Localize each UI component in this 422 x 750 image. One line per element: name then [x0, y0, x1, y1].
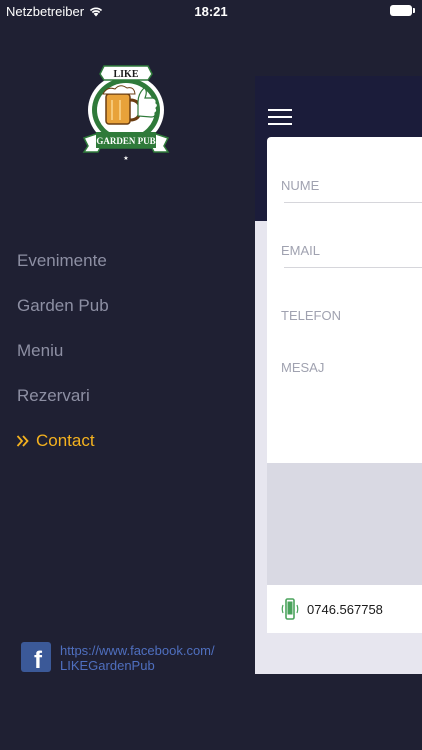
email-field[interactable]: EMAIL [281, 243, 422, 268]
sidebar-menu: Evenimente Garden Pub Meniu Rezervari Co… [16, 238, 109, 463]
double-chevron-right-icon [16, 434, 29, 447]
status-bar: Netzbetreiber 18:21 [0, 0, 422, 22]
sidebar-item-rezervari[interactable]: Rezervari [17, 373, 109, 418]
sidebar-item-label: Garden Pub [17, 295, 109, 315]
contact-form: NUME EMAIL TELEFON MESAJ [267, 137, 422, 463]
name-field[interactable]: NUME [281, 178, 422, 203]
battery-icon [390, 5, 415, 16]
sidebar-item-contact[interactable]: Contact [16, 418, 109, 463]
facebook-url[interactable]: https://www.facebook.com/ LIKEGardenPub [60, 643, 215, 673]
message-field[interactable]: MESAJ [281, 360, 422, 450]
sidebar-item-label: Rezervari [17, 385, 90, 405]
main-content-panel[interactable]: NUME EMAIL TELEFON MESAJ 0746.567758 [255, 76, 422, 674]
like-garden-pub-logo: LIKE GARDEN PUB ★ [82, 65, 170, 162]
sidebar-item-label: Evenimente [17, 250, 107, 270]
contact-phone-row[interactable]: 0746.567758 [267, 585, 422, 633]
hamburger-menu-icon[interactable] [268, 109, 292, 125]
facebook-icon: f [21, 642, 51, 672]
sidebar-item-meniu[interactable]: Meniu [17, 328, 109, 373]
phone-number[interactable]: 0746.567758 [307, 602, 383, 617]
facebook-link[interactable]: f https://www.facebook.com/ LIKEGardenPu… [21, 642, 215, 673]
svg-text:★: ★ [123, 155, 128, 162]
phone-field[interactable]: TELEFON [281, 308, 422, 328]
logo-banner-text: GARDEN PUB [96, 136, 155, 146]
sidebar-item-evenimente[interactable]: Evenimente [17, 238, 109, 283]
sidebar-item-garden-pub[interactable]: Garden Pub [17, 283, 109, 328]
map-area [267, 463, 422, 585]
phone-field-placeholder: TELEFON [281, 308, 341, 323]
sidebar-item-label: Contact [36, 430, 95, 450]
name-field-placeholder: NUME [281, 178, 320, 193]
status-time: 18:21 [194, 4, 228, 19]
email-field-placeholder: EMAIL [281, 243, 321, 258]
sidebar-item-label: Meniu [17, 340, 64, 360]
phone-icon [281, 598, 299, 620]
logo-top-text: LIKE [113, 69, 138, 80]
message-field-placeholder: MESAJ [281, 360, 325, 375]
